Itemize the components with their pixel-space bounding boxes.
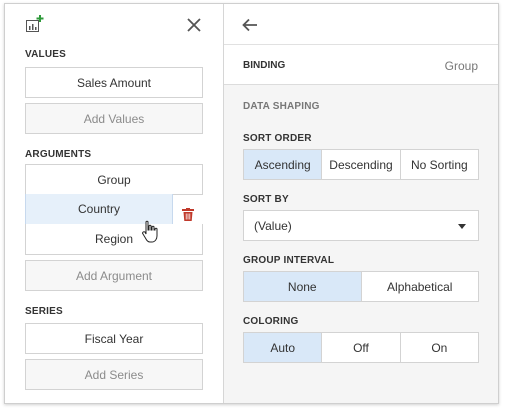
coloring-on-option[interactable]: On: [399, 333, 478, 362]
group-interval-alphabetical-option[interactable]: Alphabetical: [360, 272, 479, 301]
value-item-sales-amount[interactable]: Sales Amount: [25, 67, 203, 98]
data-items-pane: VALUES Sales Amount Add Values ARGUMENTS…: [5, 4, 224, 403]
series-item-fiscal-year[interactable]: Fiscal Year: [25, 323, 203, 354]
argument-item-group[interactable]: Group: [25, 164, 203, 195]
hand-cursor-icon: [142, 220, 158, 243]
sort-by-value: (Value): [254, 219, 292, 233]
close-icon[interactable]: [185, 16, 203, 34]
coloring-auto-option[interactable]: Auto: [244, 333, 322, 362]
group-interval-title: GROUP INTERVAL: [243, 255, 335, 266]
data-shaping-title: DATA SHAPING: [243, 101, 320, 112]
arguments-section-title: ARGUMENTS: [25, 149, 92, 160]
argument-item-region[interactable]: Region: [25, 224, 203, 255]
dropdown-caret-icon: [458, 224, 466, 229]
add-chart-icon[interactable]: [25, 14, 45, 34]
sort-order-title: SORT ORDER: [243, 133, 312, 144]
back-arrow-icon[interactable]: [241, 16, 259, 34]
trash-icon: [182, 208, 194, 221]
values-section-title: VALUES: [25, 49, 67, 60]
coloring-off-option[interactable]: Off: [321, 333, 399, 362]
sort-order-selector: Ascending Descending No Sorting: [243, 149, 479, 180]
no-sorting-option[interactable]: No Sorting: [399, 150, 478, 179]
sort-descending-option[interactable]: Descending: [321, 150, 399, 179]
coloring-selector: Auto Off On: [243, 332, 479, 363]
binding-options-pane: BINDING Group DATA SHAPING SORT ORDER As…: [224, 4, 498, 403]
add-argument-button[interactable]: Add Argument: [25, 260, 203, 291]
chart-binding-panel: VALUES Sales Amount Add Values ARGUMENTS…: [4, 3, 499, 404]
coloring-title: COLORING: [243, 316, 299, 327]
options-header: [224, 4, 498, 45]
sort-by-dropdown[interactable]: (Value): [243, 210, 479, 241]
sort-ascending-option[interactable]: Ascending: [244, 150, 322, 179]
add-series-button[interactable]: Add Series: [25, 359, 203, 390]
series-section-title: SERIES: [25, 306, 63, 317]
group-interval-none-option[interactable]: None: [244, 272, 361, 301]
binding-row: BINDING Group: [224, 45, 498, 85]
group-interval-selector: None Alphabetical: [243, 271, 479, 302]
binding-label: BINDING: [243, 60, 286, 71]
sort-by-title: SORT BY: [243, 194, 289, 205]
binding-value: Group: [444, 59, 478, 73]
add-values-button[interactable]: Add Values: [25, 103, 203, 134]
